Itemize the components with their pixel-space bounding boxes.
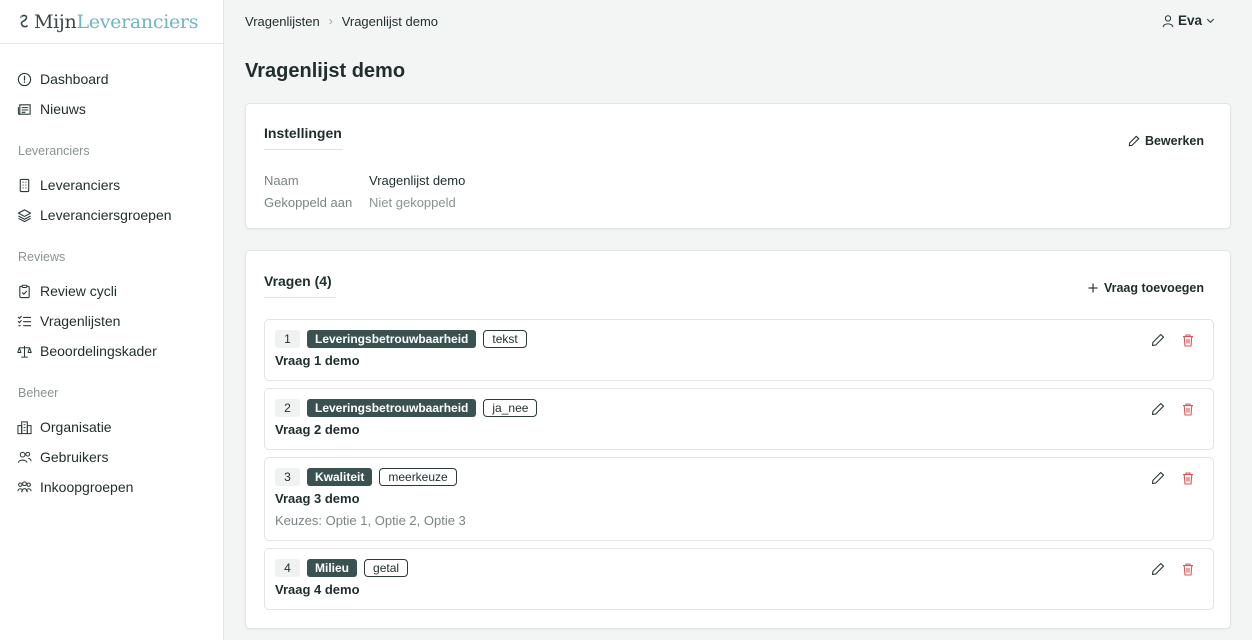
add-question-label: Vraag toevoegen (1103, 281, 1204, 295)
question-type-badge: meerkeuze (379, 468, 457, 486)
sidebar-item-label: Nieuws (40, 101, 86, 117)
question-category-badge: Kwaliteit (307, 468, 373, 486)
sidebar-item-vragenlijsten[interactable]: Vragenlijsten (0, 306, 223, 336)
question-text: Vraag 2 demo (275, 422, 360, 437)
sidebar-item-label: Inkoopgroepen (40, 479, 134, 495)
question-text: Vraag 4 demo (275, 582, 360, 597)
sidebar-item-leveranciers[interactable]: Leveranciers (0, 170, 223, 200)
trash-icon[interactable] (1181, 562, 1195, 576)
trash-icon[interactable] (1181, 333, 1195, 347)
sidebar-item-label: Review cycli (40, 283, 118, 299)
organization-icon (17, 420, 32, 434)
logo-text-mijn: Mijn (34, 10, 77, 33)
plus-icon (1088, 283, 1098, 293)
sidebar-item-label: Leveranciersgroepen (40, 207, 172, 223)
question-type-badge: tekst (483, 330, 527, 348)
sidebar-item-nieuws[interactable]: Nieuws (0, 94, 223, 124)
question-item: 2 Leveringsbetrouwbaarheid ja_nee Vraag … (264, 388, 1214, 450)
question-type-badge: getal (364, 559, 409, 577)
question-category-badge: Leveringsbetrouwbaarheid (307, 330, 477, 348)
dashboard-icon (17, 72, 32, 86)
question-category-badge: Leveringsbetrouwbaarheid (307, 399, 477, 417)
sidebar-item-beoordelingskader[interactable]: Beoordelingskader (0, 336, 223, 366)
sidebar-item-label: Beoordelingskader (40, 343, 157, 359)
pencil-icon[interactable] (1151, 333, 1165, 347)
question-number: 3 (275, 468, 300, 486)
group-icon (17, 480, 32, 492)
clipboard-check-icon (19, 284, 30, 298)
pencil-icon[interactable] (1151, 402, 1165, 416)
question-text: Vraag 3 demo (275, 491, 360, 506)
sidebar-item-label: Organisatie (40, 419, 112, 435)
settings-value: Vragenlijst demo (369, 173, 466, 188)
trash-icon[interactable] (1181, 471, 1195, 485)
scale-icon (17, 345, 32, 358)
sidebar: MijnLeveranciers Dashboard Nieuws Levera… (0, 0, 224, 640)
pencil-icon (1128, 135, 1140, 147)
layers-icon (17, 208, 32, 222)
page-title: Vragenlijst demo (245, 60, 406, 82)
sidebar-section-title: Beheer (18, 386, 59, 400)
add-question-button[interactable]: Vraag toevoegen (1087, 281, 1204, 295)
question-item: 3 Kwaliteit meerkeuze Vraag 3 demo Keuze… (264, 457, 1214, 541)
building-icon (19, 178, 30, 192)
newspaper-icon (17, 103, 31, 115)
edit-settings-button[interactable]: Bewerken (1128, 134, 1204, 148)
sidebar-item-label: Dashboard (40, 71, 109, 87)
settings-title: Instellingen (264, 125, 343, 150)
questions-title: Vragen (4) (264, 273, 336, 298)
topbar: Vragenlijsten › Vragenlijst demo Eva (225, 0, 1252, 42)
sidebar-item-label: Leveranciers (40, 177, 121, 193)
question-number: 2 (275, 399, 300, 417)
question-choices: Keuzes: Optie 1, Optie 2, Optie 3 (275, 513, 466, 528)
checklist-icon (17, 315, 32, 326)
question-category-badge: Milieu (307, 559, 358, 577)
pencil-icon[interactable] (1151, 562, 1165, 576)
user-menu[interactable]: Eva (1161, 13, 1219, 28)
settings-card: Instellingen Bewerken Naam Vragenlijst d… (245, 103, 1231, 229)
breadcrumb-separator: › (328, 14, 333, 28)
trash-icon[interactable] (1181, 402, 1195, 416)
sidebar-item-leveranciersgroepen[interactable]: Leveranciersgroepen (0, 200, 223, 230)
question-number: 4 (275, 559, 300, 577)
sidebar-item-label: Gebruikers (40, 449, 109, 465)
logo[interactable]: MijnLeveranciers (0, 0, 223, 44)
sidebar-section-title: Leveranciers (18, 144, 90, 158)
logo-text-leveranciers: Leveranciers (76, 10, 199, 33)
question-type-badge: ja_nee (483, 399, 538, 417)
users-icon (17, 451, 32, 463)
settings-key: Naam (264, 173, 299, 188)
question-item: 1 Leveringsbetrouwbaarheid tekst Vraag 1… (264, 319, 1214, 381)
sidebar-section-title: Reviews (18, 250, 66, 264)
breadcrumb-item-vragenlijsten[interactable]: Vragenlijsten (245, 14, 320, 29)
logo-icon (19, 14, 28, 27)
sidebar-item-review-cycli[interactable]: Review cycli (0, 276, 223, 306)
settings-row-naam: Naam Vragenlijst demo (264, 173, 465, 188)
sidebar-item-organisatie[interactable]: Organisatie (0, 412, 223, 442)
breadcrumb: Vragenlijsten › Vragenlijst demo (245, 14, 438, 29)
sidebar-item-dashboard[interactable]: Dashboard (0, 64, 223, 94)
sidebar-item-label: Vragenlijsten (40, 313, 121, 329)
settings-value: Niet gekoppeld (369, 195, 456, 210)
questions-card: Vragen (4) Vraag toevoegen 1 Leveringsbe… (245, 250, 1231, 629)
settings-row-gekoppeld: Gekoppeld aan Niet gekoppeld (264, 195, 456, 210)
user-icon (1162, 14, 1174, 27)
sidebar-item-gebruikers[interactable]: Gebruikers (0, 442, 223, 472)
user-name: Eva (1177, 13, 1202, 28)
breadcrumb-item-current: Vragenlijst demo (341, 13, 439, 29)
chevron-down-icon (1206, 18, 1215, 24)
pencil-icon[interactable] (1151, 471, 1165, 485)
question-item: 4 Milieu getal Vraag 4 demo (264, 548, 1214, 610)
question-text: Vraag 1 demo (275, 353, 360, 368)
question-number: 1 (275, 330, 300, 348)
sidebar-item-inkoopgroepen[interactable]: Inkoopgroepen (0, 472, 223, 502)
edit-settings-label: Bewerken (1144, 134, 1204, 148)
settings-key: Gekoppeld aan (264, 195, 353, 210)
